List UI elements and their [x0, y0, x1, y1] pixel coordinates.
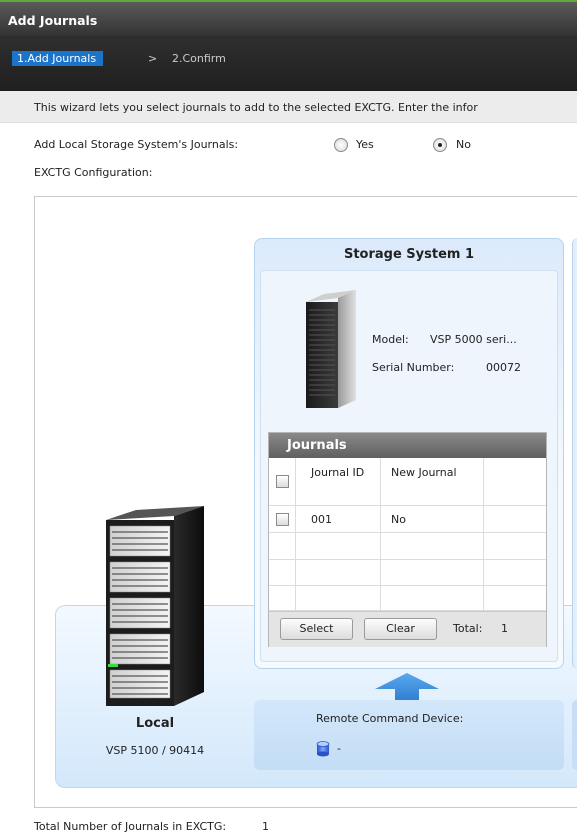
journals-table-footer: Select Clear Total: 1 [269, 611, 546, 647]
total-label: Total: [453, 622, 483, 635]
column-header-journal-id[interactable]: Journal ID [311, 466, 371, 480]
serial-number-label: Serial Number: [372, 361, 455, 374]
wizard-title-bar: Add Journals [0, 0, 577, 36]
table-row-empty [269, 586, 546, 611]
server-tower-icon [290, 288, 360, 410]
remote-command-device-label: Remote Command Device: [316, 712, 464, 725]
model-label: Model: [372, 333, 409, 346]
table-row-empty [269, 560, 546, 586]
table-row-empty [269, 533, 546, 560]
database-icon [316, 741, 330, 757]
step-separator: > [148, 52, 158, 65]
remote-command-device-box [254, 700, 564, 770]
description-bar: This wizard lets you select journals to … [0, 91, 577, 123]
step-confirm: 2.Confirm [172, 52, 226, 65]
next-remote-box-edge [572, 700, 577, 770]
journal-id-cell: 001 [311, 513, 332, 526]
add-local-label: Add Local Storage System's Journals: [34, 138, 239, 151]
local-site-model: VSP 5100 / 90414 [105, 744, 205, 757]
serial-number-value: 00072 [486, 361, 521, 374]
column-divider [295, 458, 296, 611]
next-storage-panel-edge [572, 238, 577, 669]
arrow-up-icon [373, 671, 441, 701]
storage-rack-icon [100, 502, 210, 710]
new-journal-cell: No [391, 513, 406, 526]
radio-yes-label: Yes [356, 138, 374, 151]
exctg-configuration-label: EXCTG Configuration: [34, 166, 153, 179]
radio-yes[interactable] [334, 138, 348, 152]
column-header-new-journal[interactable]: New Journal [391, 466, 461, 480]
step-add-journals[interactable]: 1.Add Journals [12, 51, 104, 66]
select-button[interactable]: Select [280, 618, 353, 640]
clear-button[interactable]: Clear [364, 618, 437, 640]
select-all-checkbox[interactable] [276, 475, 289, 488]
row-checkbox[interactable] [276, 513, 289, 526]
total-value: 1 [501, 622, 508, 635]
radio-no[interactable] [433, 138, 447, 152]
model-value: VSP 5000 seri... [430, 333, 517, 346]
wizard-description: This wizard lets you select journals to … [34, 101, 478, 114]
radio-no-label: No [456, 138, 471, 151]
total-journals-label: Total Number of Journals in EXCTG: [34, 820, 227, 833]
journals-table: Journals Journal ID New Journal 001 No S… [268, 432, 547, 647]
remote-command-device-value: - [337, 742, 341, 755]
total-journals-value: 1 [262, 820, 269, 833]
journals-table-title: Journals [287, 438, 347, 453]
storage-system-title: Storage System 1 [343, 247, 475, 262]
wizard-title: Add Journals [8, 13, 98, 28]
journals-table-header: Journals [269, 433, 546, 458]
wizard-steps-bar: 1.Add Journals > 2.Confirm [0, 36, 577, 91]
column-divider [483, 458, 484, 611]
local-site-name: Local [135, 716, 175, 731]
column-divider [380, 458, 381, 611]
